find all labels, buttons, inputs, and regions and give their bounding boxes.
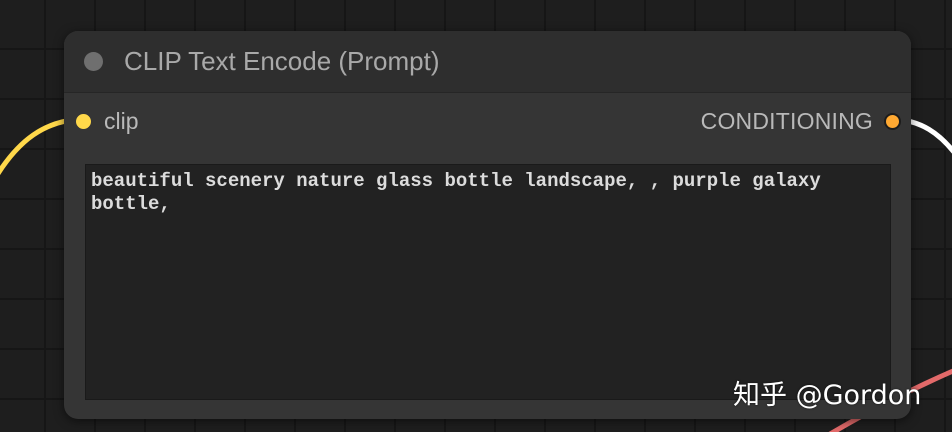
output-slot-conditioning[interactable]: CONDITIONING — [701, 107, 901, 135]
node-title: CLIP Text Encode (Prompt) — [124, 46, 440, 76]
output-slot-label: CONDITIONING — [700, 107, 873, 134]
circle-dot-icon[interactable] — [84, 52, 103, 71]
prompt-textarea[interactable]: beautiful scenery nature glass bottle la… — [85, 164, 891, 400]
clip-text-encode-node[interactable]: CLIP Text Encode (Prompt) clip CONDITION… — [64, 31, 911, 419]
node-header[interactable]: CLIP Text Encode (Prompt) — [64, 31, 911, 93]
yellow-circle-icon[interactable] — [76, 113, 91, 129]
input-slot-clip[interactable]: clip — [76, 107, 139, 135]
input-slot-label: clip — [104, 107, 139, 134]
watermark: 知乎 @Gordon — [733, 380, 922, 411]
orange-circle-icon[interactable] — [884, 112, 901, 130]
